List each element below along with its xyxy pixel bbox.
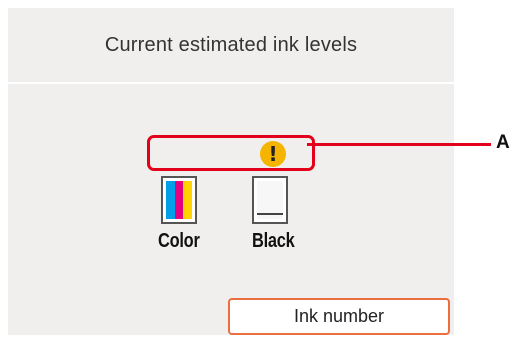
yellow-ink-bar [183, 181, 193, 219]
page-title: Current estimated ink levels [104, 33, 358, 56]
printer-screen: Current estimated ink levels ! Color Bla… [8, 8, 454, 335]
magenta-ink-bar [174, 181, 184, 219]
color-ink-icon [161, 176, 197, 224]
screen-header: Current estimated ink levels [8, 8, 454, 84]
black-ink-level-bar [257, 213, 283, 215]
ink-level-panel: ! Color Black Ink number [8, 84, 454, 335]
ink-number-button[interactable]: Ink number [228, 298, 450, 335]
callout-leader-line [307, 143, 491, 146]
black-ink-icon [252, 176, 288, 224]
cyan-ink-bar [166, 181, 175, 219]
callout-label: A [496, 132, 510, 153]
color-ink-label: Color [158, 230, 200, 252]
warning-highlight-box [147, 135, 315, 171]
warning-icon: ! [260, 141, 286, 167]
black-ink-label: Black [252, 230, 295, 252]
